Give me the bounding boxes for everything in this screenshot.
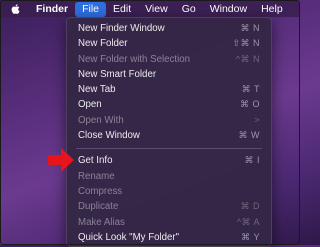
menu-item-new-folder[interactable]: New Folder ⇧⌘ N bbox=[67, 36, 271, 51]
menu-help[interactable]: Help bbox=[254, 1, 290, 17]
menu-window[interactable]: Window bbox=[203, 1, 254, 17]
submenu-chevron-icon: > bbox=[254, 114, 260, 125]
menu-item-duplicate[interactable]: Duplicate ⌘ D bbox=[67, 199, 271, 214]
menu-item-label: Make Alias bbox=[78, 216, 125, 228]
menu-view[interactable]: View bbox=[138, 1, 175, 17]
menu-item-get-info[interactable]: Get Info ⌘ I bbox=[67, 153, 271, 168]
menu-item-shortcut: ^⌘ N bbox=[235, 53, 260, 64]
menu-item-shortcut: ⌘ Y bbox=[241, 231, 260, 242]
menu-separator bbox=[76, 148, 262, 150]
menu-item-shortcut: ⌘ N bbox=[240, 23, 260, 33]
menu-item-label: New Folder with Selection bbox=[78, 53, 190, 65]
menu-item-label: New Finder Window bbox=[78, 23, 165, 34]
menu-item-open-with[interactable]: Open With > bbox=[67, 113, 271, 128]
menu-item-label: Open With bbox=[78, 114, 124, 126]
apple-logo-icon[interactable] bbox=[10, 3, 22, 15]
menu-item-label: Get Info bbox=[78, 155, 113, 167]
menu-item-label: Rename bbox=[78, 170, 115, 182]
menu-edit[interactable]: Edit bbox=[106, 1, 138, 17]
menu-item-new-finder-window[interactable]: New Finder Window ⌘ N bbox=[67, 21, 271, 36]
menu-go[interactable]: Go bbox=[175, 1, 203, 17]
menu-item-shortcut: ⌘ O bbox=[239, 99, 260, 110]
red-arrow-icon bbox=[48, 148, 74, 172]
menu-item-label: Quick Look "My Folder" bbox=[78, 231, 180, 243]
menu-item-new-smart-folder[interactable]: New Smart Folder bbox=[67, 67, 271, 82]
menu-item-rename[interactable]: Rename bbox=[67, 169, 271, 184]
menu-bar: Finder File Edit View Go Window Help bbox=[1, 1, 299, 17]
menu-item-make-alias[interactable]: Make Alias ^⌘ A bbox=[67, 215, 271, 230]
menu-item-shortcut: ^⌘ A bbox=[236, 216, 260, 227]
menu-finder[interactable]: Finder bbox=[32, 1, 75, 17]
menu-item-close-window[interactable]: Close Window ⌘ W bbox=[67, 128, 271, 143]
menu-item-label: New Folder bbox=[78, 38, 128, 50]
menu-item-label: Duplicate bbox=[78, 201, 119, 213]
menu-item-quick-look[interactable]: Quick Look "My Folder" ⌘ Y bbox=[67, 230, 271, 245]
menu-item-label: Open bbox=[78, 99, 102, 111]
menu-item-shortcut: ⌘ T bbox=[241, 84, 260, 95]
file-menu-dropdown: New Finder Window ⌘ N New Folder ⇧⌘ N Ne… bbox=[66, 17, 272, 247]
menu-item-new-tab[interactable]: New Tab ⌘ T bbox=[67, 82, 271, 97]
menu-item-shortcut: ⌘ I bbox=[244, 155, 260, 166]
menu-item-label: New Tab bbox=[78, 84, 116, 96]
menu-item-label: Compress bbox=[78, 185, 123, 197]
menu-item-open[interactable]: Open ⌘ O bbox=[67, 97, 271, 112]
menu-item-shortcut: ⌘ W bbox=[238, 130, 260, 141]
menu-item-new-folder-with-selection[interactable]: New Folder with Selection ^⌘ N bbox=[67, 52, 271, 67]
menu-file[interactable]: File bbox=[75, 1, 107, 17]
menu-item-label: Close Window bbox=[78, 130, 140, 142]
menu-item-shortcut: ⌘ D bbox=[240, 201, 260, 212]
menu-item-shortcut: ⇧⌘ N bbox=[232, 38, 260, 49]
menu-item-label: New Smart Folder bbox=[78, 68, 157, 80]
menu-item-compress[interactable]: Compress bbox=[67, 184, 271, 199]
